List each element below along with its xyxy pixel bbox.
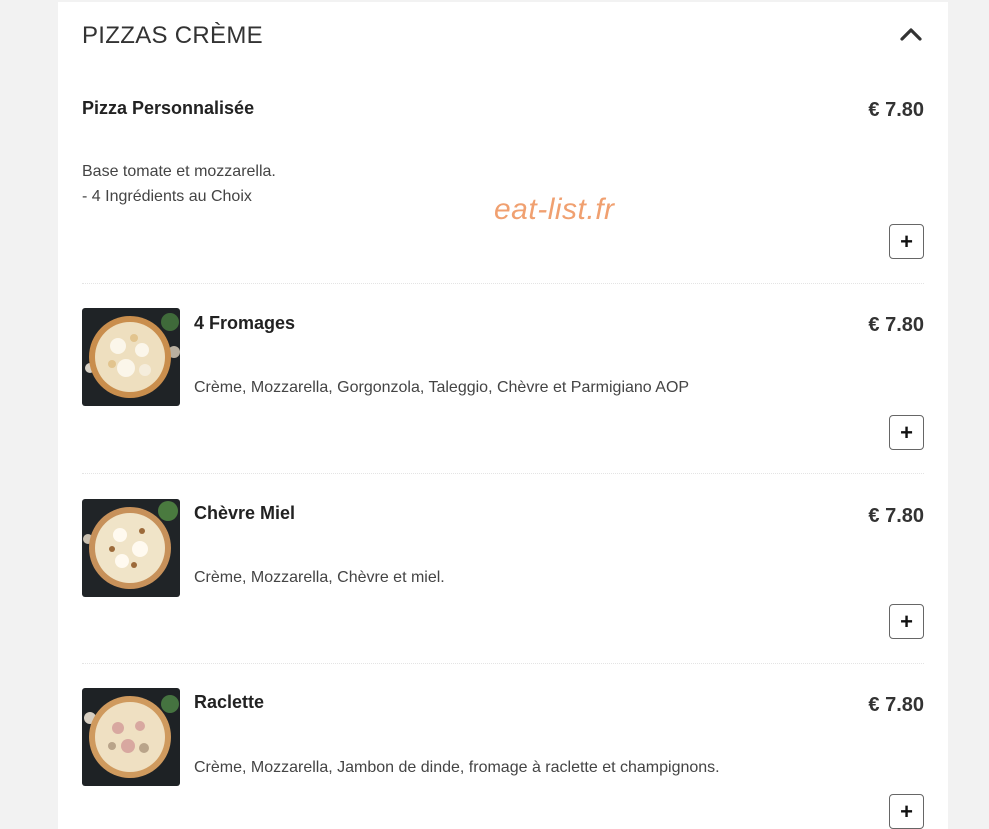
add-to-cart-button[interactable]: + — [889, 604, 924, 639]
pizza-thumbnail[interactable] — [82, 499, 180, 597]
item-description: Crème, Mozzarella, Jambon de dinde, from… — [194, 759, 720, 776]
watermark: eat-list.fr — [494, 193, 615, 226]
pizza-thumbnail[interactable] — [82, 308, 180, 406]
item-price: € 7.80 — [868, 314, 924, 336]
item-description-line: Base tomate et mozzarella. — [82, 163, 276, 180]
add-to-cart-button[interactable]: + — [889, 794, 924, 829]
divider — [82, 473, 924, 474]
item-name[interactable]: Raclette — [194, 692, 264, 713]
section-title: PIZZAS CRÈME — [82, 22, 263, 49]
item-description: Crème, Mozzarella, Chèvre et miel. — [194, 569, 445, 586]
item-name[interactable]: Chèvre Miel — [194, 503, 295, 524]
item-price: € 7.80 — [868, 694, 924, 716]
item-price: € 7.80 — [868, 99, 924, 121]
add-to-cart-button[interactable]: + — [889, 224, 924, 259]
item-description: Crème, Mozzarella, Gorgonzola, Taleggio,… — [194, 379, 690, 396]
item-price: € 7.80 — [868, 505, 924, 527]
menu-section-card: PIZZAS CRÈME Pizza Personnalisée € 7.80 … — [58, 2, 948, 829]
item-name[interactable]: 4 Fromages — [194, 313, 295, 334]
pizza-thumbnail[interactable] — [82, 688, 180, 786]
item-name[interactable]: Pizza Personnalisée — [82, 98, 254, 119]
divider — [82, 663, 924, 664]
add-to-cart-button[interactable]: + — [889, 415, 924, 450]
chevron-up-icon[interactable] — [898, 24, 924, 44]
divider — [82, 283, 924, 284]
item-description-line: - 4 Ingrédients au Choix — [82, 188, 252, 205]
item-description: Base tomate et mozzarella. - 4 Ingrédien… — [82, 159, 276, 209]
